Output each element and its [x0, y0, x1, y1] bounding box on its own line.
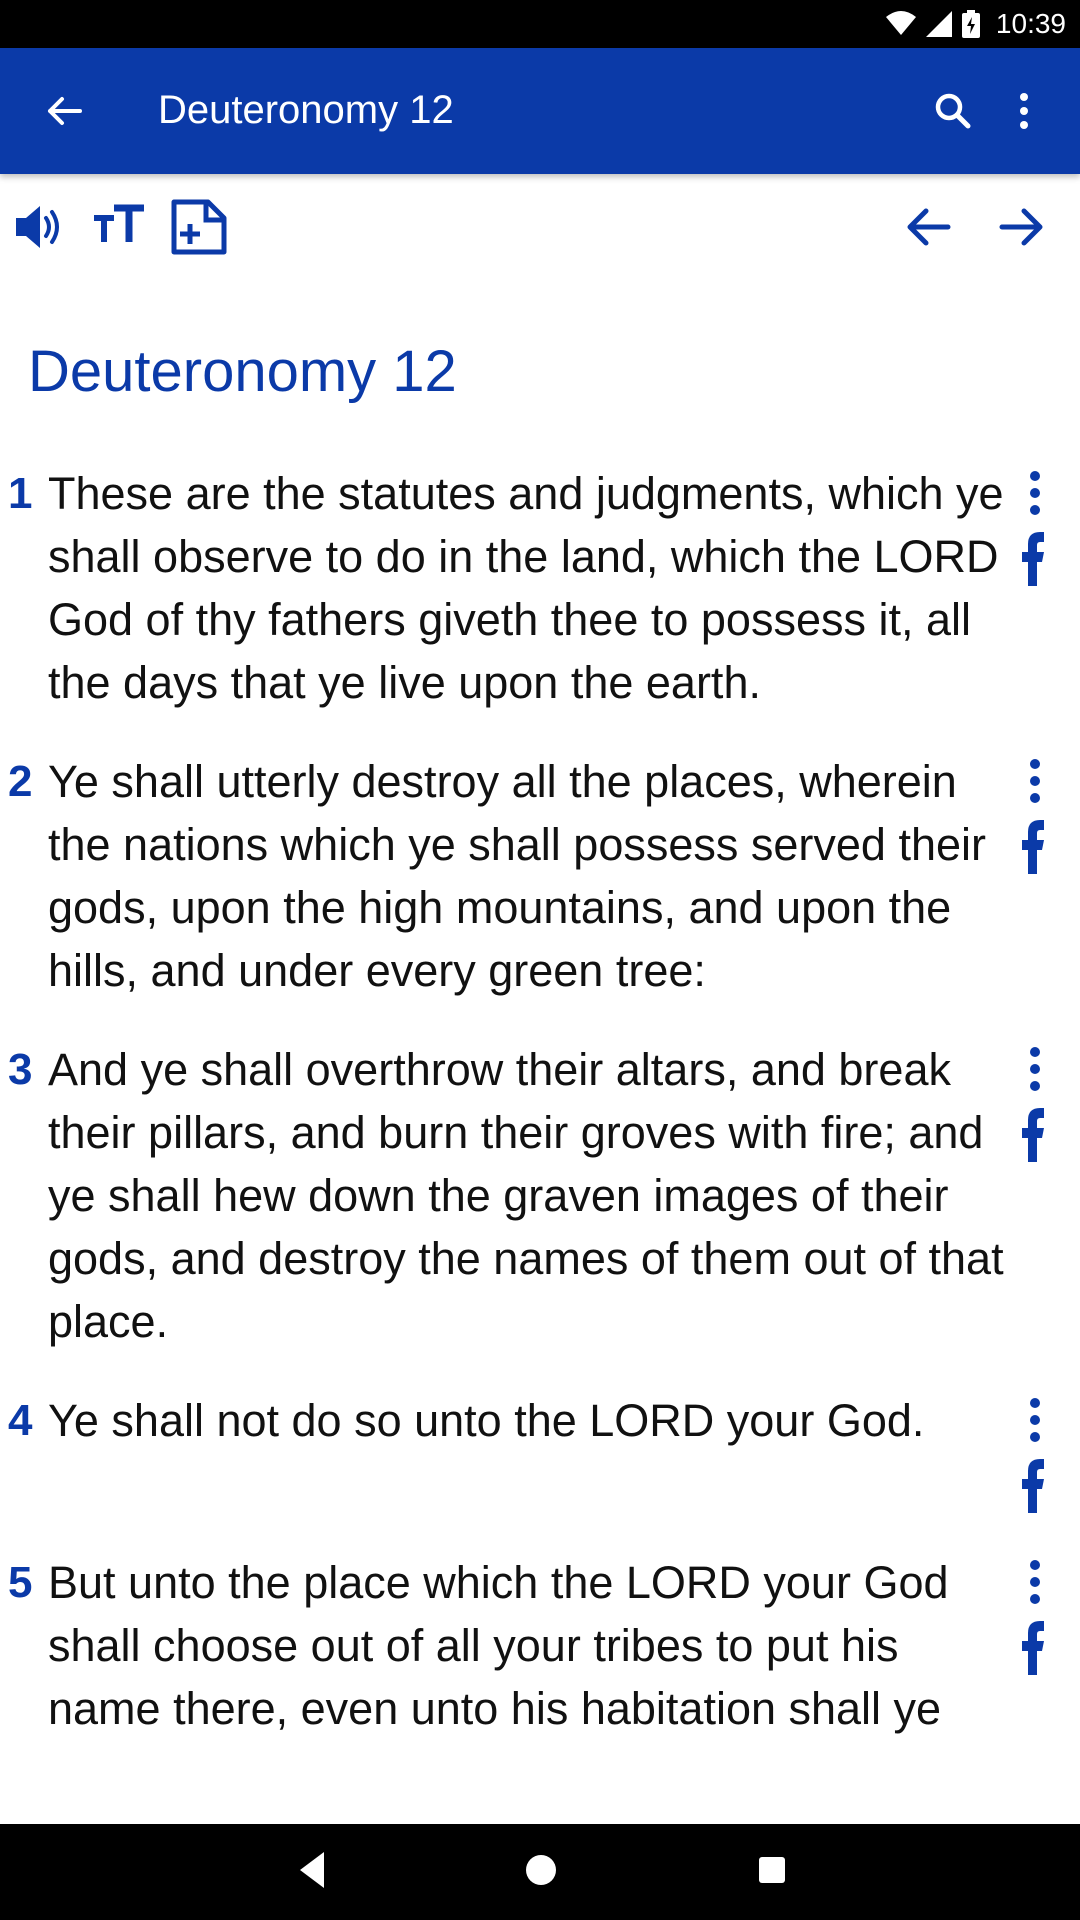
chapter-heading: Deuteronomy 12 [28, 339, 457, 404]
verse-number: 2 [8, 757, 33, 806]
add-note-icon[interactable] [170, 198, 228, 256]
verse-number: 4 [8, 1396, 33, 1445]
verse-text: These are the statutes and judgments, wh… [48, 468, 1004, 708]
verse-actions [1020, 1393, 1050, 1515]
nav-back-icon[interactable] [294, 1848, 328, 1892]
reader-toolbar [0, 190, 1080, 270]
verse-4[interactable]: 4 Ye shall not do so unto the LORD your … [0, 1389, 1080, 1515]
wifi-icon [885, 11, 916, 35]
verse-menu-icon[interactable] [1020, 1393, 1050, 1447]
verse-menu-icon[interactable] [1020, 1555, 1050, 1609]
verse-text: Ye shall not do so unto the LORD your Go… [48, 1395, 925, 1446]
battery-icon [961, 10, 980, 38]
verse-text: Ye shall utterly destroy all the places,… [48, 756, 986, 996]
verse-actions [1020, 1555, 1050, 1677]
verse-2[interactable]: 2 Ye shall utterly destroy all the place… [0, 750, 1080, 1002]
text-size-icon[interactable] [92, 198, 148, 256]
verse-actions [1020, 1042, 1050, 1164]
app-bar: Deuteronomy 12 [0, 48, 1080, 174]
verse-menu-icon[interactable] [1020, 466, 1050, 520]
next-chapter-icon[interactable] [996, 198, 1046, 256]
speaker-icon[interactable] [12, 198, 68, 256]
signal-icon [925, 11, 952, 37]
app-title: Deuteronomy 12 [158, 88, 454, 132]
verse-3[interactable]: 3 And ye shall overthrow their altars, a… [0, 1038, 1080, 1353]
status-bar: 10:39 [0, 0, 1080, 48]
facebook-icon[interactable] [1020, 528, 1050, 588]
verse-5[interactable]: 5 But unto the place which the LORD your… [0, 1551, 1080, 1740]
verse-actions [1020, 754, 1050, 876]
verse-number: 1 [8, 469, 33, 518]
nav-recents-icon[interactable] [752, 1848, 792, 1892]
facebook-icon[interactable] [1020, 1104, 1050, 1164]
status-icons: 10:39 [885, 0, 1066, 48]
verse-menu-icon[interactable] [1020, 1042, 1050, 1096]
more-vert-icon[interactable] [1004, 86, 1044, 136]
verse-1[interactable]: 1 These are the statutes and judgments, … [0, 462, 1080, 714]
previous-chapter-icon[interactable] [904, 198, 954, 256]
verse-actions [1020, 466, 1050, 588]
verse-number: 5 [8, 1558, 33, 1607]
search-icon[interactable] [928, 86, 978, 136]
verse-number: 3 [8, 1045, 33, 1094]
verse-menu-icon[interactable] [1020, 754, 1050, 808]
verse-text: But unto the place which the LORD your G… [48, 1557, 949, 1734]
facebook-icon[interactable] [1020, 816, 1050, 876]
facebook-icon[interactable] [1020, 1455, 1050, 1515]
facebook-icon[interactable] [1020, 1617, 1050, 1677]
verse-list: 1 These are the statutes and judgments, … [0, 462, 1080, 1740]
status-time: 10:39 [995, 8, 1066, 39]
arrow-left-icon[interactable] [40, 86, 90, 136]
nav-home-icon[interactable] [521, 1848, 561, 1892]
system-nav-bar [0, 1824, 1080, 1920]
verse-text: And ye shall overthrow their altars, and… [48, 1044, 1004, 1347]
